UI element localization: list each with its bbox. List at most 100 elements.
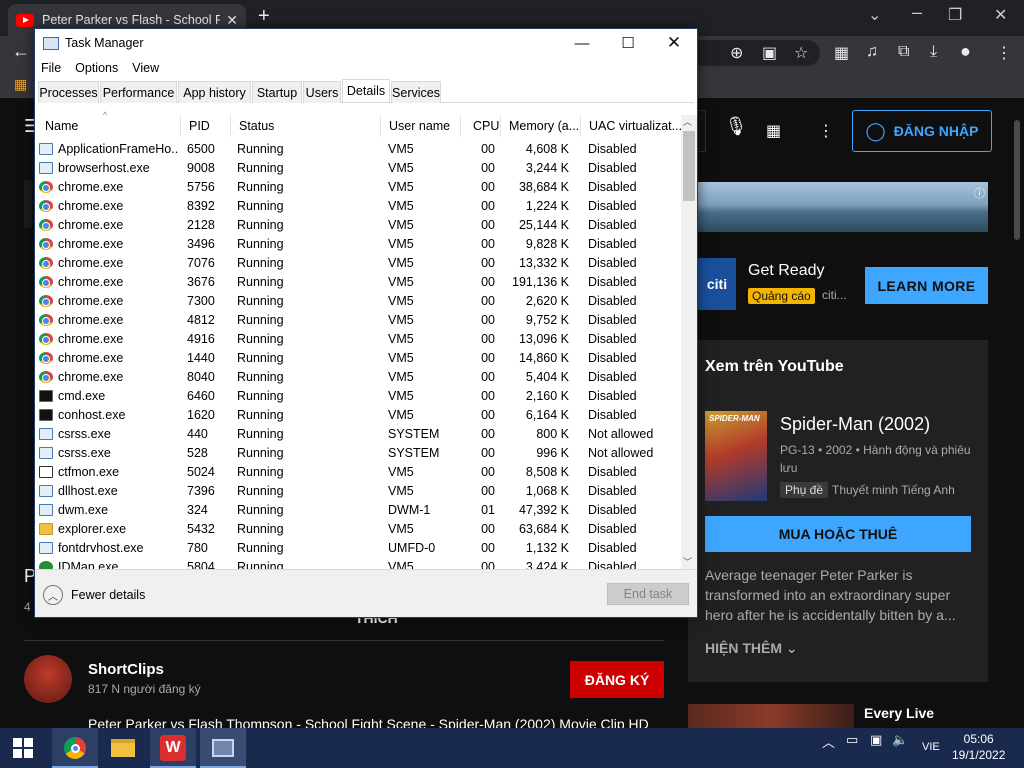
- col-header-uac[interactable]: UAC virtualizat...: [581, 115, 681, 137]
- table-row[interactable]: dllhost.exe 7396 Running VM5 00 1,068 K Disabl…: [35, 481, 681, 500]
- tab-search-icon[interactable]: ⌄: [868, 5, 881, 25]
- table-row[interactable]: csrss.exe 528 Running SYSTEM 00 996 K Not allo…: [35, 443, 681, 462]
- volume-muted-icon[interactable]: 🔈: [892, 732, 908, 748]
- tab-app-history[interactable]: App history: [178, 81, 251, 103]
- network-icon[interactable]: ▣: [870, 732, 882, 748]
- extensions-icon[interactable]: ▦: [834, 43, 849, 63]
- apps-grid-icon[interactable]: ▦: [766, 121, 781, 141]
- table-row[interactable]: ctfmon.exe 5024 Running VM5 00 8,508 K Disable…: [35, 462, 681, 481]
- settings-more-icon[interactable]: ⋮: [818, 121, 834, 141]
- next-video-thumbnail[interactable]: [688, 704, 854, 728]
- col-header-cpu[interactable]: CPU: [461, 115, 501, 137]
- show-more-button[interactable]: HIỆN THÊM ⌄: [705, 640, 798, 657]
- taskbar-task-manager[interactable]: [200, 728, 246, 768]
- close-window-icon[interactable]: ✕: [994, 5, 1007, 25]
- back-icon[interactable]: ←: [12, 41, 30, 62]
- cell-cpu: 00: [461, 234, 501, 253]
- tab-performance[interactable]: Performance: [100, 81, 177, 103]
- movie-description: Average teenager Peter Parker is transfo…: [705, 567, 956, 623]
- channel-name[interactable]: ShortClips: [88, 661, 164, 678]
- profile-icon[interactable]: ●: [960, 41, 971, 62]
- table-row[interactable]: chrome.exe 7076 Running VM5 00 13,332 K Disabl…: [35, 253, 681, 272]
- cell-status: Running: [237, 272, 377, 291]
- tab-users[interactable]: Users: [303, 81, 341, 103]
- table-row[interactable]: chrome.exe 2128 Running VM5 00 25,144 K Disabl…: [35, 215, 681, 234]
- scroll-up-icon[interactable]: ︿: [683, 115, 692, 128]
- menu-file[interactable]: File: [41, 61, 61, 75]
- language-indicator[interactable]: VIE: [922, 741, 940, 753]
- download-icon[interactable]: ⤓: [930, 43, 937, 61]
- minimize-icon[interactable]: —: [559, 29, 605, 57]
- table-row[interactable]: fontdrvhost.exe 780 Running UMFD-0 00 1,132 K…: [35, 538, 681, 557]
- restore-window-icon[interactable]: ❐: [948, 5, 962, 25]
- end-task-button[interactable]: End task: [607, 583, 689, 605]
- apps-icon[interactable]: ▦: [14, 76, 27, 93]
- table-row[interactable]: browserhost.exe 9008 Running VM5 00 3,244 K Di…: [35, 158, 681, 177]
- table-row[interactable]: dwm.exe 324 Running DWM-1 01 47,392 K Disabled: [35, 500, 681, 519]
- table-row[interactable]: chrome.exe 5756 Running VM5 00 38,684 K Disabl…: [35, 177, 681, 196]
- movie-poster[interactable]: SPIDER-MAN: [705, 411, 767, 501]
- cell-user: DWM-1: [388, 500, 460, 519]
- tab-details[interactable]: Details: [342, 79, 390, 102]
- info-icon[interactable]: ⓘ: [974, 185, 985, 201]
- zoom-icon[interactable]: ⊕: [730, 43, 743, 63]
- ad-advertiser: citi...: [822, 288, 847, 302]
- table-row[interactable]: chrome.exe 7300 Running VM5 00 2,620 K Disable…: [35, 291, 681, 310]
- col-header-status[interactable]: Status: [231, 115, 381, 137]
- table-row[interactable]: chrome.exe 1440 Running VM5 00 14,860 K Disabl…: [35, 348, 681, 367]
- table-row[interactable]: IDMan.exe 5804 Running VM5 00 3,424 K Disabled: [35, 557, 681, 569]
- crop-icon[interactable]: ⧉: [898, 43, 909, 61]
- sign-in-button[interactable]: ◯ ĐĂNG NHẬP: [852, 110, 992, 152]
- translate-icon[interactable]: ▣: [762, 43, 777, 63]
- new-tab-button[interactable]: +: [258, 5, 270, 28]
- next-video-title[interactable]: Every Live: [864, 705, 934, 721]
- page-scrollbar[interactable]: [1014, 120, 1020, 240]
- scroll-down-icon[interactable]: ﹀: [683, 555, 692, 568]
- buy-or-rent-button[interactable]: MUA HOẶC THUÊ: [705, 516, 971, 552]
- movie-title[interactable]: Spider-Man (2002): [780, 414, 930, 435]
- table-row[interactable]: chrome.exe 8392 Running VM5 00 1,224 K Disable…: [35, 196, 681, 215]
- channel-avatar[interactable]: [24, 655, 72, 703]
- table-row[interactable]: chrome.exe 4916 Running VM5 00 13,096 K Disabl…: [35, 329, 681, 348]
- bookmark-star-icon[interactable]: ☆: [794, 43, 808, 63]
- ad-banner-image[interactable]: [698, 182, 988, 232]
- ad-title[interactable]: Get Ready: [748, 262, 824, 280]
- tab-services[interactable]: Services: [391, 81, 441, 103]
- subscribe-button[interactable]: ĐĂNG KÝ: [570, 661, 664, 698]
- maximize-icon[interactable]: ☐: [605, 29, 651, 57]
- tab-startup[interactable]: Startup: [252, 81, 302, 103]
- taskbar-wps[interactable]: W: [150, 728, 196, 768]
- cell-uac: Not allowed: [588, 443, 680, 462]
- taskbar-chrome[interactable]: [52, 728, 98, 768]
- media-icon[interactable]: ♫: [866, 43, 878, 61]
- taskbar-file-explorer[interactable]: [100, 728, 146, 768]
- table-row[interactable]: chrome.exe 3496 Running VM5 00 9,828 K Disable…: [35, 234, 681, 253]
- table-row[interactable]: chrome.exe 4812 Running VM5 00 9,752 K Disable…: [35, 310, 681, 329]
- show-hidden-icons-icon[interactable]: ︿: [822, 732, 835, 751]
- menu-options[interactable]: Options: [75, 61, 118, 75]
- clock[interactable]: 05:06 19/1/2022: [952, 731, 1005, 763]
- notification-icon[interactable]: ▭: [846, 732, 858, 748]
- col-header-pid[interactable]: PID: [181, 115, 231, 137]
- tab-close-icon[interactable]: ✕: [226, 12, 238, 29]
- scrollbar-thumb[interactable]: [683, 131, 695, 201]
- table-row[interactable]: chrome.exe 8040 Running VM5 00 5,404 K Disable…: [35, 367, 681, 386]
- col-header-memory[interactable]: Memory (a...: [501, 115, 581, 137]
- minimize-window-icon[interactable]: –: [912, 2, 922, 23]
- close-icon[interactable]: ✕: [651, 29, 697, 57]
- menu-view[interactable]: View: [132, 61, 159, 75]
- table-row[interactable]: conhost.exe 1620 Running VM5 00 6,164 K Disabl…: [35, 405, 681, 424]
- col-header-name[interactable]: Name: [35, 115, 181, 137]
- fewer-details-button[interactable]: ︿ Fewer details: [43, 585, 145, 605]
- table-row[interactable]: explorer.exe 5432 Running VM5 00 63,684 K Disa…: [35, 519, 681, 538]
- table-row[interactable]: csrss.exe 440 Running SYSTEM 00 800 K Not allo…: [35, 424, 681, 443]
- table-row[interactable]: ApplicationFrameHo... 6500 Running VM5 00 4,6…: [35, 139, 681, 158]
- microphone-icon[interactable]: 🎙: [722, 116, 750, 144]
- tab-processes[interactable]: Processes: [38, 81, 99, 103]
- col-header-user[interactable]: User name: [381, 115, 461, 137]
- learn-more-button[interactable]: LEARN MORE: [865, 267, 988, 304]
- table-row[interactable]: cmd.exe 6460 Running VM5 00 2,160 K Disabled: [35, 386, 681, 405]
- menu-icon[interactable]: ⋮: [996, 43, 1012, 63]
- table-row[interactable]: chrome.exe 3676 Running VM5 00 191,136 K Disab…: [35, 272, 681, 291]
- start-button[interactable]: [0, 728, 46, 768]
